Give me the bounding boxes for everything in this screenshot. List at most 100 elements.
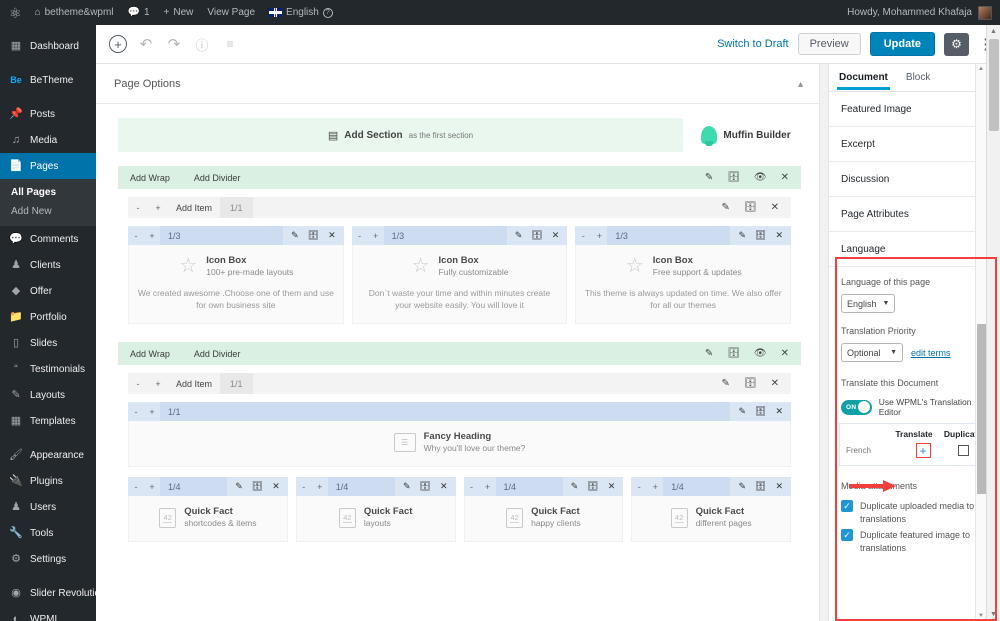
switch-to-draft-link[interactable]: Switch to Draft [717,38,789,50]
column-content[interactable]: 42 Quick Fact different pages [631,496,791,542]
sidebar-item-slider-revolution[interactable]: ◉ Slider Revolution [0,580,96,606]
pencil-icon[interactable]: ✎ [235,481,243,492]
scroll-up-arrow-icon[interactable]: ▲ [990,28,997,35]
add-wrap-button[interactable]: Add Wrap [118,166,182,189]
edit-terms-link[interactable]: edit terms [911,348,951,358]
clone-icon[interactable]: 🗄 [531,230,542,241]
admin-bar-language[interactable]: English ? [262,0,340,25]
window-scroll-thumb[interactable] [989,39,999,131]
sidebar-item-wpml[interactable]: ◐ WPML [0,606,96,621]
help-circle-icon[interactable]: ? [323,8,333,18]
add-item-button[interactable]: Add Item [168,203,220,213]
sidebar-item-users[interactable]: ♟ Users [0,494,96,520]
add-divider-button[interactable]: Add Divider [182,342,253,365]
add-translation-button[interactable]: + [916,443,931,458]
pencil-icon[interactable]: ✎ [738,406,746,417]
eye-icon[interactable]: 👁 [754,172,767,183]
tab-block[interactable]: Block [904,66,932,90]
page-language-select[interactable]: English ▼ [841,294,895,313]
pencil-icon[interactable]: ✎ [571,481,579,492]
clone-icon[interactable]: 🗄 [755,481,766,492]
update-button[interactable]: Update [870,32,935,56]
column-content[interactable]: ☰ Fancy Heading Why you'll love our them… [128,421,791,467]
column-content[interactable]: ☆ Icon Box 100+ pre-made layouts We crea… [128,245,344,324]
collapse-column-button[interactable]: - [464,482,480,492]
close-icon[interactable]: ✕ [775,481,783,492]
submenu-item-all-pages[interactable]: All Pages [0,183,96,202]
content-info-button[interactable]: ⓘ [188,30,216,58]
admin-bar-account[interactable]: Howdy, Mohammed Khafaja [847,6,1000,20]
settings-toggle-button[interactable]: ⚙ [944,33,969,56]
sidebar-item-settings[interactable]: ⚙ Settings [0,546,96,572]
collapse-wrap-button[interactable]: - [128,379,148,389]
collapse-wrap-button[interactable]: - [128,203,148,213]
undo-button[interactable]: ↶ [132,30,160,58]
sidebar-item-betheme[interactable]: Be BeTheme [0,67,96,93]
preview-button[interactable]: Preview [798,33,861,55]
admin-bar-view-page[interactable]: View Page [200,0,262,25]
expand-wrap-button[interactable]: + [148,379,168,389]
close-icon[interactable]: ✕ [781,348,789,359]
duplicate-checkbox[interactable] [958,445,969,456]
pencil-icon[interactable]: ✎ [705,172,713,183]
expand-column-button[interactable]: + [144,231,160,241]
pencil-icon[interactable]: ✎ [403,481,411,492]
admin-bar-new[interactable]: + New [157,0,201,25]
column-content[interactable]: ☆ Icon Box Fully customizable Don`t wast… [352,245,568,324]
pencil-icon[interactable]: ✎ [722,202,730,213]
close-icon[interactable]: ✕ [771,378,779,389]
sidebar-item-layouts[interactable]: ✎ Layouts [0,382,96,408]
sidebar-item-appearance[interactable]: 🖌 Appearance [0,442,96,468]
expand-column-button[interactable]: + [312,482,328,492]
eye-icon[interactable]: 👁 [754,348,767,359]
add-section-button[interactable]: ▤ Add Section as the first section [118,118,683,152]
sidebar-item-tools[interactable]: 🔧 Tools [0,520,96,546]
clone-icon[interactable]: 🗄 [308,230,319,241]
expand-column-button[interactable]: + [144,407,160,417]
clone-icon[interactable]: 🗄 [420,481,431,492]
clone-icon[interactable]: 🗄 [755,230,766,241]
close-icon[interactable]: ✕ [775,406,783,417]
sidebar-scrollbar[interactable]: ▲ ▼ [975,64,986,621]
column-content[interactable]: 42 Quick Fact shortcodes & items [128,496,288,542]
sidebar-item-media[interactable]: ♫ Media [0,127,96,153]
sidebar-item-plugins[interactable]: 🔌 Plugins [0,468,96,494]
column-content[interactable]: 42 Quick Fact layouts [296,496,456,542]
pencil-icon[interactable]: ✎ [722,378,730,389]
close-icon[interactable]: ✕ [272,481,280,492]
expand-wrap-button[interactable]: + [148,203,168,213]
scroll-down-arrow-icon[interactable]: ▼ [978,613,984,619]
translation-priority-select[interactable]: Optional ▼ [841,343,903,362]
collapse-column-button[interactable]: - [296,482,312,492]
collapse-column-button[interactable]: - [575,231,591,241]
sidebar-item-slides[interactable]: ▯ Slides [0,330,96,356]
sidebar-item-comments[interactable]: 💬 Comments [0,226,96,252]
clone-icon[interactable]: 🗄 [727,348,740,359]
collapse-column-button[interactable]: - [352,231,368,241]
column-content[interactable]: ☆ Icon Box Free support & updates This t… [575,245,791,324]
clone-icon[interactable]: 🗄 [744,378,757,389]
expand-column-button[interactable]: + [368,231,384,241]
wordpress-logo-icon[interactable]: ⚛ [0,6,28,20]
add-wrap-button[interactable]: Add Wrap [118,342,182,365]
collapse-column-button[interactable]: - [128,231,144,241]
redo-button[interactable]: ↷ [160,30,188,58]
expand-column-button[interactable]: + [591,231,607,241]
sidebar-item-pages[interactable]: 📄 Pages [0,153,96,179]
collapse-column-button[interactable]: - [128,482,144,492]
translation-editor-toggle[interactable]: ON [841,400,872,415]
sidebar-item-posts[interactable]: 📌 Posts [0,101,96,127]
pencil-icon[interactable]: ✎ [515,230,523,241]
pencil-icon[interactable]: ✎ [738,230,746,241]
sidebar-scroll-thumb[interactable] [977,324,986,494]
pencil-icon[interactable]: ✎ [738,481,746,492]
sidebar-item-clients[interactable]: ♟ Clients [0,252,96,278]
scroll-down-arrow-icon[interactable]: ▼ [990,611,997,618]
sidebar-item-offer[interactable]: ◆ Offer [0,278,96,304]
pencil-icon[interactable]: ✎ [705,348,713,359]
sidebar-item-templates[interactable]: ▦ Templates [0,408,96,434]
scroll-up-arrow-icon[interactable]: ▲ [978,66,984,72]
collapse-column-button[interactable]: - [631,482,647,492]
duplicate-featured-image-checkbox[interactable]: ✓ [841,529,853,541]
collapse-column-button[interactable]: - [128,407,144,417]
